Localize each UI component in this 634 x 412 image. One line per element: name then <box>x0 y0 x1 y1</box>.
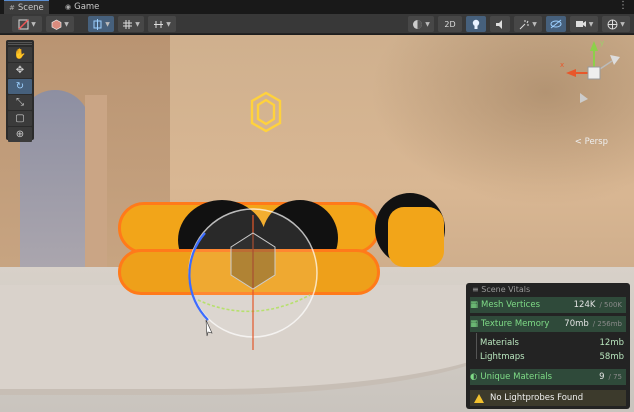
texture-grid-icon: ▦ <box>470 319 479 329</box>
transform-tool[interactable]: ⊕ <box>8 127 32 142</box>
texture-memory-row[interactable]: ▦ Texture Memory 70mb / 256mb <box>470 316 626 332</box>
scale-tool[interactable]: ⤡ <box>8 95 32 110</box>
grid-icon: # <box>9 3 15 12</box>
hand-tool[interactable]: ✋ <box>8 47 32 62</box>
chevron-down-icon: ▼ <box>620 20 625 28</box>
tab-bar: # Scene ◉ Game ⋮ <box>0 0 634 14</box>
unique-value: 9 <box>599 372 605 382</box>
unique-materials-row[interactable]: ◐ Unique Materials 9 / 75 <box>470 369 626 385</box>
tab-label: Scene <box>17 2 44 13</box>
audio-toggle[interactable] <box>490 16 510 32</box>
tab-label: Game <box>74 2 100 12</box>
more-options-icon[interactable]: ⋮ <box>618 0 628 14</box>
tab-scene[interactable]: # Scene <box>4 0 49 14</box>
bulb-icon <box>472 19 480 29</box>
draw-mode-dropdown[interactable]: ▼ <box>12 16 42 32</box>
lightprobes-warning[interactable]: No Lightprobes Found <box>470 390 626 406</box>
chevron-down-icon: ▼ <box>64 20 69 28</box>
palette-grip[interactable] <box>8 42 32 45</box>
archway-edge <box>85 95 107 295</box>
chevron-down-icon: ▼ <box>166 20 171 28</box>
texture-label: Texture Memory <box>481 319 550 329</box>
materials-row: Materials 12mb <box>480 336 624 349</box>
chevron-down-icon: ▼ <box>425 20 430 28</box>
shading-sphere-dropdown[interactable]: ▼ <box>408 16 434 32</box>
mesh-label: Mesh Vertices <box>481 300 541 310</box>
sphere-icon <box>413 19 423 29</box>
unique-limit: / 75 <box>608 373 623 381</box>
hidden-objects-toggle[interactable] <box>546 16 566 32</box>
rotate-tool[interactable]: ↻ <box>8 79 32 94</box>
globe-icon <box>607 19 618 29</box>
camera-icon <box>575 21 586 27</box>
projection-label[interactable]: < Persp <box>575 137 608 147</box>
rect-tool[interactable]: ▢ <box>8 111 32 126</box>
mesh-limit: / 500K <box>599 301 622 309</box>
chevron-down-icon: ▼ <box>135 20 140 28</box>
warning-text: No Lightprobes Found <box>490 393 584 403</box>
armchair[interactable] <box>388 207 444 267</box>
scene-vitals-panel: ≡ Scene Vitals ▦ Mesh Vertices 124K / 50… <box>466 283 630 409</box>
tree-line <box>476 333 477 359</box>
chevron-down-icon: ▼ <box>105 20 110 28</box>
scene-toolbar: ▼ ▼ ▼ ▼ ▼ ▼ 2D ▼ ▼ ▼ <box>0 14 634 34</box>
lightmaps-value: 58mb <box>599 351 625 362</box>
lightmaps-row: Lightmaps 58mb <box>480 350 624 363</box>
move-tool[interactable]: ✥ <box>8 63 32 78</box>
x-axis-label: x <box>560 61 564 69</box>
eye-slash-icon <box>550 19 562 29</box>
tab-game[interactable]: ◉ Game <box>60 0 104 14</box>
grid-dropdown[interactable]: ▼ <box>118 16 144 32</box>
texture-value: 70mb <box>564 319 589 329</box>
shading-icon <box>18 18 29 30</box>
lightmaps-label: Lightmaps <box>480 351 525 362</box>
mouse-cursor-icon <box>205 319 213 337</box>
chevron-down-icon: ▼ <box>588 20 594 28</box>
increment-dropdown[interactable]: ▼ <box>148 16 176 32</box>
gizmos-dropdown[interactable]: ▼ <box>602 16 630 32</box>
chevron-down-icon: ▼ <box>532 20 537 28</box>
y-axis-label: y <box>600 39 604 47</box>
mesh-grid-icon: ▦ <box>470 300 479 310</box>
materials-value: 12mb <box>599 337 625 348</box>
cube-icon <box>51 19 62 30</box>
snap-icon <box>93 18 102 30</box>
orientation-gizmo[interactable]: y x <box>558 37 630 113</box>
chevron-down-icon: ▼ <box>31 20 36 28</box>
materials-label: Materials <box>480 337 519 348</box>
increment-icon <box>154 20 164 28</box>
grid-snap-icon <box>123 19 133 29</box>
neon-sign <box>250 91 282 133</box>
2d-label: 2D <box>444 19 456 29</box>
vitals-title: ≡ Scene Vitals <box>472 285 531 294</box>
texture-limit: / 256mb <box>592 320 622 328</box>
render-cube-dropdown[interactable]: ▼ <box>46 16 74 32</box>
tools-palette: ✋ ✥ ↻ ⤡ ▢ ⊕ <box>6 40 34 142</box>
effects-icon <box>519 19 530 29</box>
move-snap-dropdown[interactable]: ▼ <box>88 16 114 32</box>
audio-icon <box>495 19 502 29</box>
gamepad-icon: ◉ <box>65 3 72 11</box>
lighting-toggle[interactable] <box>466 16 486 32</box>
mesh-value: 124K <box>573 300 596 310</box>
rotate-gizmo[interactable] <box>150 195 350 355</box>
2d-toggle[interactable]: 2D <box>438 16 462 32</box>
mesh-vertices-row[interactable]: ▦ Mesh Vertices 124K / 500K <box>470 297 626 313</box>
camera-dropdown[interactable]: ▼ <box>570 16 598 32</box>
material-sphere-icon: ◐ <box>470 372 478 382</box>
warning-icon <box>474 393 484 403</box>
effects-dropdown[interactable]: ▼ <box>514 16 542 32</box>
unique-label: Unique Materials <box>480 372 553 382</box>
